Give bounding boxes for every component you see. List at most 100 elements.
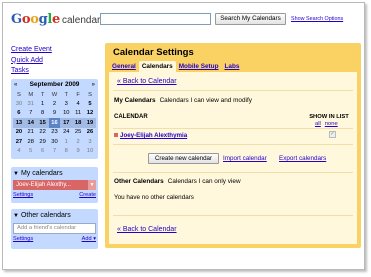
my-calendars-footer: Settings Create xyxy=(11,190,98,198)
day-cell[interactable]: 8 xyxy=(37,109,49,118)
week-row[interactable]: 27 28 29 30 1 2 3 xyxy=(13,137,96,146)
my-calendars-settings-link[interactable]: Settings xyxy=(13,192,33,198)
day-cell[interactable]: 1 xyxy=(37,99,49,108)
day-cell[interactable]: 28 xyxy=(25,137,37,146)
day-cell[interactable]: 6 xyxy=(13,109,25,118)
day-cell[interactable]: 17 xyxy=(60,118,73,128)
page-title: Calendar Settings xyxy=(113,47,194,58)
divider xyxy=(113,144,353,145)
logo-letter: o xyxy=(21,12,31,27)
day-cell[interactable]: 10 xyxy=(84,146,96,155)
day-cell[interactable]: 16 xyxy=(48,118,61,128)
calendar-dropdown-icon[interactable]: ▼ xyxy=(88,180,96,190)
day-cell[interactable]: 12 xyxy=(84,109,96,118)
add-dropdown-icon[interactable]: ▾ xyxy=(93,236,96,242)
next-month-icon[interactable]: » xyxy=(92,82,95,88)
create-event-link[interactable]: Create Event xyxy=(11,45,52,56)
collapse-triangle-icon: ▼ xyxy=(13,213,19,219)
mini-calendar-header: « September 2009 » xyxy=(11,79,98,90)
day-cell[interactable]: 5 xyxy=(84,99,96,108)
day-cell[interactable]: 7 xyxy=(49,146,61,155)
day-cell[interactable]: 20 xyxy=(13,128,25,137)
day-cell[interactable]: 31 xyxy=(25,99,37,108)
week-row[interactable]: 4 5 6 7 8 9 10 xyxy=(13,146,96,155)
my-calendar-item[interactable]: Joev-Elijah Alexthy... ▼ xyxy=(13,180,96,190)
day-cell[interactable]: 5 xyxy=(25,146,37,155)
calendar-row[interactable]: Joey-Elijah Alexthymia xyxy=(114,132,187,139)
week-row[interactable]: 13 14 15 16 17 18 19 xyxy=(13,118,96,128)
day-cell[interactable]: 3 xyxy=(84,137,96,146)
day-cell[interactable]: 9 xyxy=(72,146,84,155)
day-cell[interactable]: 18 xyxy=(72,118,85,128)
day-cell[interactable]: 21 xyxy=(25,128,37,137)
browser-frame: Google calendar Search My Calendars Show … xyxy=(2,2,365,270)
tab-labs[interactable]: Labs xyxy=(221,61,242,72)
logo-letter: o xyxy=(30,12,39,27)
week-row[interactable]: 6 7 8 9 10 11 12 xyxy=(13,109,96,118)
day-cell[interactable]: 13 xyxy=(13,118,25,128)
tab-general[interactable]: General xyxy=(109,61,139,72)
mini-calendar: « September 2009 » S M T W T F S 30 31 1 2 3 4 5 6 7 8 9 1… xyxy=(11,79,98,159)
day-cell[interactable]: 22 xyxy=(37,128,49,137)
day-cell[interactable]: 23 xyxy=(49,128,61,137)
day-cell[interactable]: 4 xyxy=(13,146,25,155)
day-cell[interactable]: 27 xyxy=(13,137,25,146)
show-in-list-checkbox[interactable]: ✓ xyxy=(329,131,336,138)
other-calendars-toggle[interactable]: ▼ Other calendars xyxy=(11,209,98,219)
other-calendars-settings-link[interactable]: Settings xyxy=(13,236,33,242)
search-my-calendars-button[interactable]: Search My Calendars xyxy=(215,13,286,25)
show-none-link[interactable]: none xyxy=(325,121,338,127)
prev-month-icon[interactable]: « xyxy=(14,82,17,88)
tab-mobile-setup[interactable]: Mobile Setup xyxy=(176,61,222,72)
day-cell[interactable]: 24 xyxy=(60,128,72,137)
day-cell[interactable]: 11 xyxy=(72,109,84,118)
other-calendars-title: Other calendars xyxy=(20,212,71,219)
search-input[interactable] xyxy=(100,13,211,25)
my-calendars-toggle[interactable]: ▼ My calendars xyxy=(11,167,98,177)
day-cell[interactable]: 9 xyxy=(49,109,61,118)
add-friends-calendar-input[interactable]: Add a friend's calendar xyxy=(13,223,96,234)
day-cell[interactable]: 6 xyxy=(37,146,49,155)
day-cell[interactable]: 19 xyxy=(84,118,96,128)
day-cell[interactable]: 26 xyxy=(84,128,96,137)
day-cell[interactable]: 25 xyxy=(72,128,84,137)
import-calendar-link[interactable]: Import calendar xyxy=(223,155,267,162)
show-search-options-link[interactable]: Show Search Options xyxy=(291,16,343,22)
back-to-calendar-link[interactable]: « Back to Calendar xyxy=(117,78,177,85)
day-cell[interactable]: 30 xyxy=(13,99,25,108)
tab-calendars[interactable]: Calendars xyxy=(138,61,176,72)
day-cell[interactable]: 3 xyxy=(60,99,72,108)
tasks-link[interactable]: Tasks xyxy=(11,66,52,77)
show-all-link[interactable]: all xyxy=(315,121,321,127)
week-row[interactable]: 30 31 1 2 3 4 5 xyxy=(13,99,96,108)
create-new-calendar-button[interactable]: Create new calendar xyxy=(148,153,219,164)
left-action-links: Create Event Quick Add Tasks xyxy=(11,45,52,77)
other-calendars-section: Other Calendars Calendars I can only view xyxy=(114,178,241,185)
divider xyxy=(113,128,353,129)
day-cell[interactable]: 30 xyxy=(49,137,61,146)
day-cell[interactable]: 29 xyxy=(37,137,49,146)
day-cell[interactable]: 14 xyxy=(24,118,37,128)
show-in-list-header: SHOW IN LIST xyxy=(309,114,349,120)
day-cell[interactable]: 2 xyxy=(49,99,61,108)
other-calendars-add-link[interactable]: Add ▾ xyxy=(82,236,96,242)
day-cell[interactable]: 10 xyxy=(60,109,72,118)
day-cell[interactable]: 2 xyxy=(72,137,84,146)
back-to-calendar-bottom-link[interactable]: « Back to Calendar xyxy=(117,226,177,233)
week-row[interactable]: 20 21 22 23 24 25 26 xyxy=(13,128,96,137)
day-cell[interactable]: 8 xyxy=(60,146,72,155)
day-cell[interactable]: 1 xyxy=(60,137,72,146)
quick-add-link[interactable]: Quick Add xyxy=(11,56,52,67)
my-calendars-section: My Calendars Calendars I can view and mod… xyxy=(114,97,252,104)
my-calendars-section-desc: Calendars I can view and modify xyxy=(159,97,252,104)
weekday-label: S xyxy=(88,91,92,98)
day-cell[interactable]: 7 xyxy=(25,109,37,118)
calendar-name-link[interactable]: Joey-Elijah Alexthymia xyxy=(120,132,187,139)
export-calendars-link[interactable]: Export calendars xyxy=(279,155,326,162)
calendar-settings-panel: Calendar Settings General Calendars Mobi… xyxy=(105,43,361,248)
google-calendar-logo[interactable]: Google calendar xyxy=(11,12,100,27)
divider xyxy=(113,90,353,91)
my-calendars-create-link[interactable]: Create xyxy=(79,192,96,198)
day-cell[interactable]: 15 xyxy=(36,118,49,128)
day-cell[interactable]: 4 xyxy=(72,99,84,108)
